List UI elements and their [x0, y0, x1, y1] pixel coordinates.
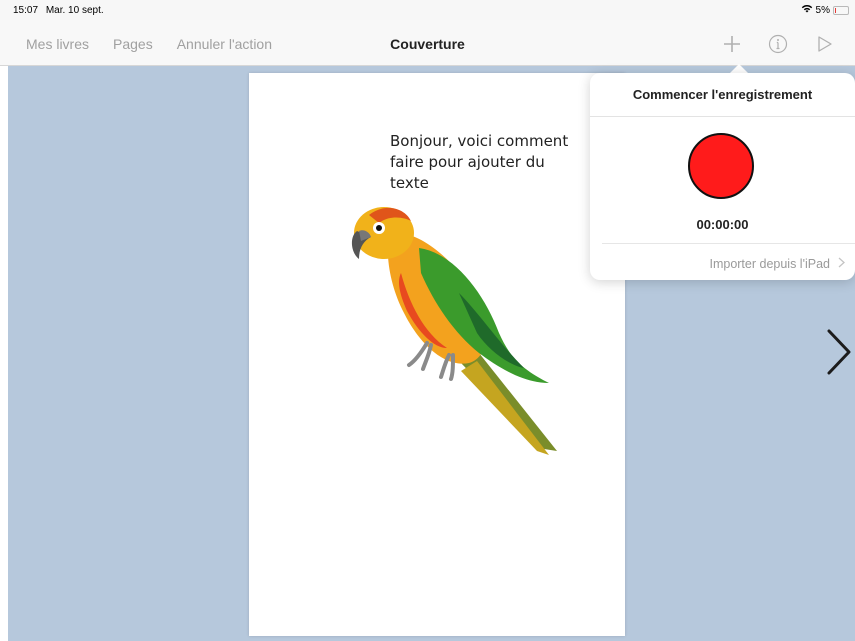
recording-popover: Commencer l'enregistrement 00:00:00 Impo… — [590, 73, 855, 280]
import-label: Importer depuis l'iPad — [709, 257, 830, 271]
parrot-image[interactable] — [349, 193, 564, 468]
plus-icon[interactable] — [709, 31, 755, 57]
book-page[interactable]: Bonjour, voici comment faire pour ajoute… — [249, 73, 625, 636]
chevron-right-icon[interactable] — [826, 328, 852, 381]
pages-button[interactable]: Pages — [113, 36, 153, 52]
import-from-ipad-button[interactable]: Importer depuis l'iPad — [709, 257, 845, 271]
wifi-icon — [801, 4, 813, 16]
page-text-box[interactable]: Bonjour, voici comment faire pour ajoute… — [390, 131, 570, 194]
status-date: Mar. 10 sept. — [45, 5, 104, 16]
status-bar: 15:07 Mar. 10 sept. 5% — [0, 0, 855, 20]
info-icon[interactable] — [755, 31, 801, 57]
divider — [590, 116, 855, 117]
status-time: 15:07 — [13, 5, 39, 16]
my-books-button[interactable]: Mes livres — [26, 36, 89, 52]
navigation-bar: Mes livres Pages Annuler l'action Couver… — [0, 20, 855, 66]
play-icon[interactable] — [801, 31, 847, 57]
nav-icon-group — [709, 31, 847, 57]
record-button[interactable] — [688, 133, 754, 199]
battery-percent: 5% — [815, 4, 830, 16]
divider — [602, 243, 855, 244]
battery-level — [835, 7, 836, 13]
popover-title: Commencer l'enregistrement — [632, 87, 813, 102]
record-timer: 00:00:00 — [696, 217, 749, 232]
undo-button[interactable]: Annuler l'action — [177, 36, 272, 52]
nav-left-group: Mes livres Pages Annuler l'action — [26, 36, 272, 52]
chevron-right-icon — [838, 257, 845, 271]
page-title[interactable]: Couverture — [390, 36, 465, 52]
status-right: 5% — [801, 4, 849, 16]
status-left: 15:07 Mar. 10 sept. — [13, 5, 109, 16]
battery-icon — [833, 5, 849, 15]
